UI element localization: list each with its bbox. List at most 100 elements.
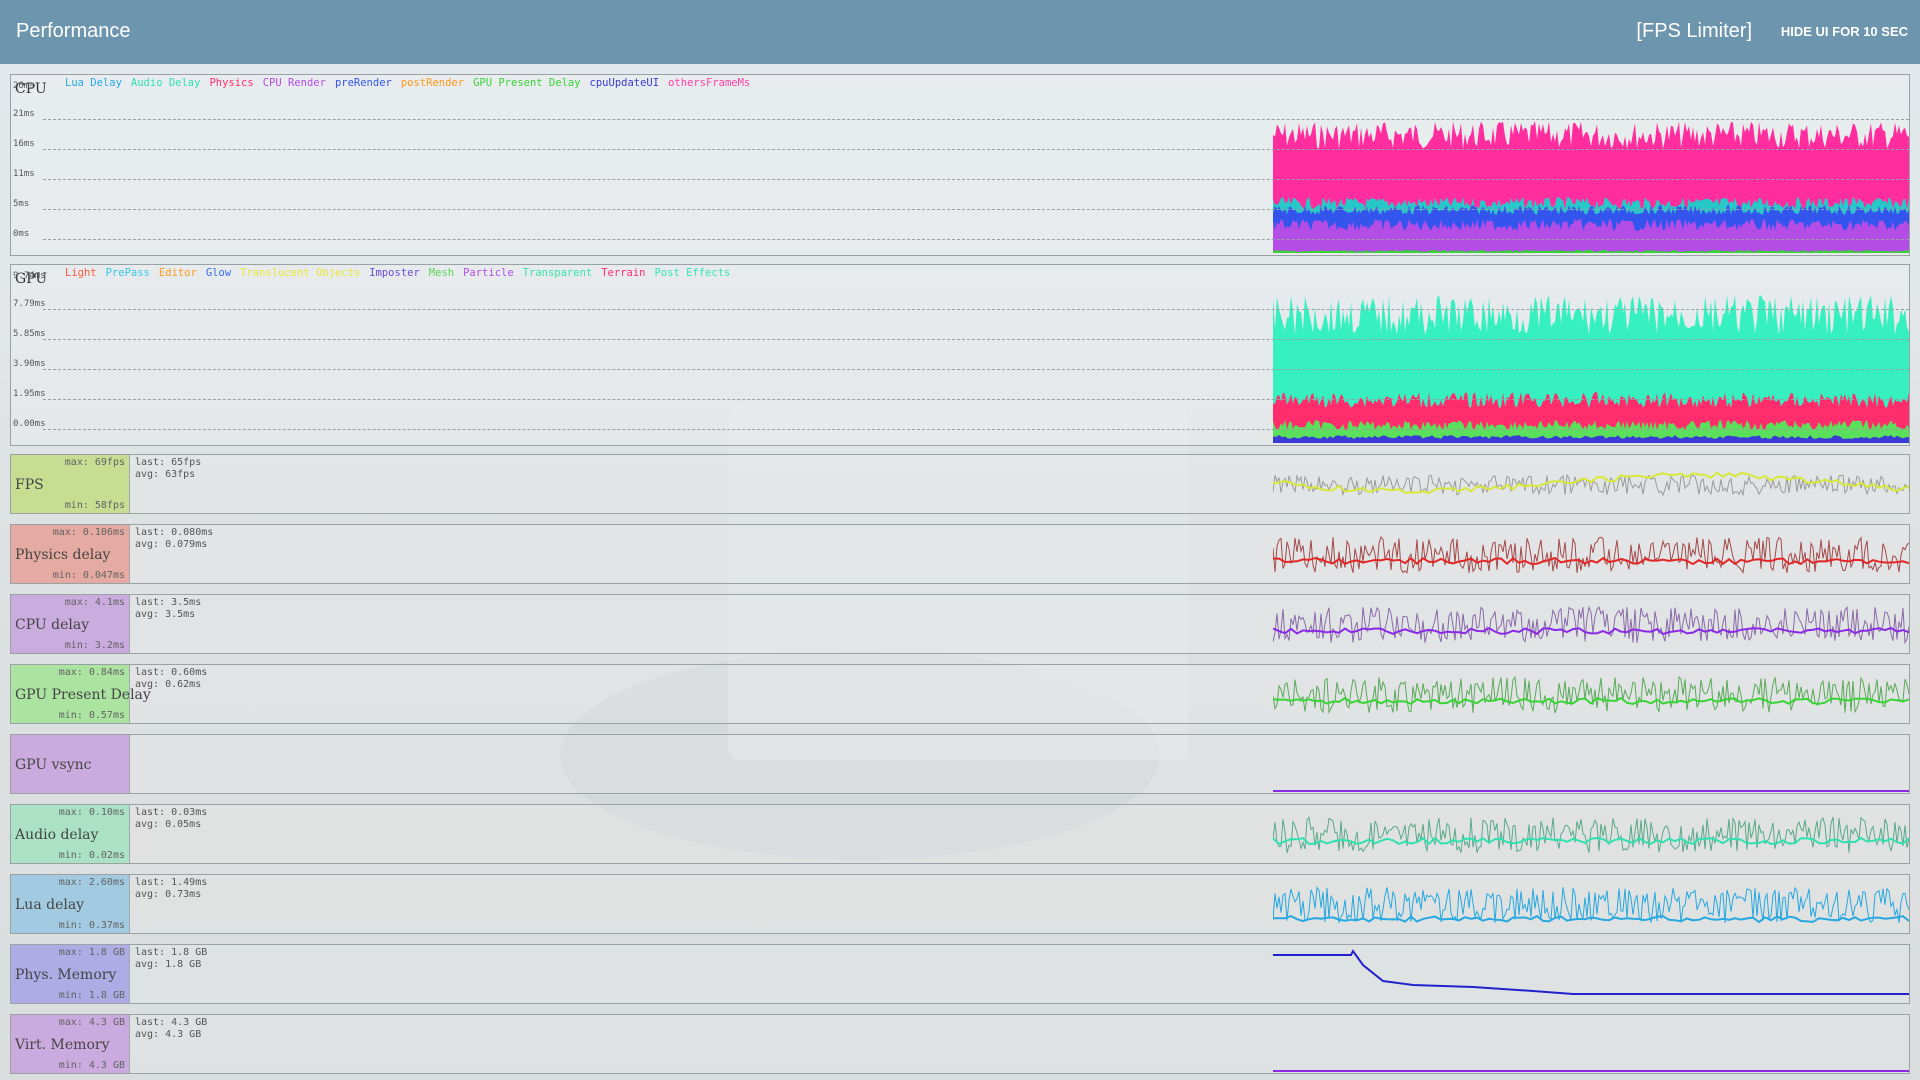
metric-min: min: 0.02ms [58, 850, 125, 861]
gridline [43, 429, 1909, 430]
metric-row: Audio delay max: 0.10ms min: 0.02ms last: 0… [10, 804, 1910, 864]
legend-item[interactable]: CPU Render [263, 77, 326, 89]
metric-sparkline [1273, 949, 1909, 995]
metric-label-box[interactable]: CPU delay max: 4.1ms min: 3.2ms [11, 595, 130, 653]
metric-name: Physics delay [15, 547, 111, 563]
legend-item[interactable]: Editor [159, 267, 197, 279]
metric-avg: avg: 0.05ms [135, 819, 202, 830]
metric-avg: avg: 63fps [135, 469, 196, 480]
metric-last: last: 1.8 GB [135, 947, 208, 958]
metric-label-box[interactable]: GPU Present Delay max: 0.84ms min: 0.57ms [11, 665, 151, 723]
metric-label-box[interactable]: Phys. Memory max: 1.8 GB min: 1.8 GB [11, 945, 130, 1003]
metric-last: last: 1.49ms [135, 877, 208, 888]
y-axis-tick: 5.85ms [13, 329, 46, 339]
metric-sparkline [1273, 535, 1909, 574]
legend-item[interactable]: PrePass [106, 267, 150, 279]
metric-stats: last: 0.60ms avg: 0.62ms [135, 667, 207, 691]
legend-item[interactable]: Mesh [429, 267, 454, 279]
gridline [43, 239, 1909, 240]
metric-avg: avg: 0.73ms [135, 889, 202, 900]
series-line [1273, 816, 1909, 854]
gridline [43, 369, 1909, 370]
y-axis-tick: 26ms [13, 81, 35, 91]
gpu-legend: Light PrePass Editor Glow Translucent Object… [65, 267, 739, 279]
legend-item[interactable]: Audio Delay [131, 77, 201, 89]
legend-item[interactable]: Physics [209, 77, 253, 89]
metric-label-box[interactable]: Physics delay max: 0.106ms min: 0.047ms [11, 525, 130, 583]
legend-item[interactable]: Terrain [601, 267, 645, 279]
metric-name: GPU Present Delay [15, 687, 151, 703]
metric-stats: last: 1.49ms avg: 0.73ms [135, 877, 207, 901]
legend-item[interactable]: postRender [401, 77, 464, 89]
gridline [43, 309, 1909, 310]
gridline [43, 179, 1909, 180]
series-line [1273, 605, 1909, 645]
gridline [43, 119, 1909, 120]
metric-name: Virt. Memory [15, 1037, 110, 1053]
legend-item[interactable]: Lua Delay [65, 77, 122, 89]
metric-stats: last: 1.8 GB avg: 1.8 GB [135, 947, 207, 971]
metric-max: max: 4.1ms [64, 597, 125, 608]
metric-label-box[interactable]: FPS max: 69fps min: 58fps [11, 455, 130, 513]
y-axis-tick: 21ms [13, 109, 35, 119]
metric-row: Phys. Memory max: 1.8 GB min: 1.8 GB last: … [10, 944, 1910, 1004]
legend-item[interactable]: othersFrameMs [668, 77, 750, 89]
metric-row: Physics delay max: 0.106ms min: 0.047ms las… [10, 524, 1910, 584]
metric-sparkline [1273, 790, 1909, 792]
metric-name: CPU delay [15, 617, 90, 633]
metric-label-box[interactable]: Audio delay max: 0.10ms min: 0.02ms [11, 805, 130, 863]
metric-max: max: 0.10ms [58, 807, 125, 818]
legend-item[interactable]: Imposter [369, 267, 420, 279]
series-line [1273, 626, 1909, 636]
metric-sparkline [1273, 675, 1909, 715]
metric-label-box[interactable]: GPU vsync [11, 735, 130, 793]
fps-limiter-button[interactable]: [FPS Limiter] [1636, 20, 1752, 43]
series-line [1273, 535, 1909, 574]
legend-item[interactable]: preRender [335, 77, 392, 89]
metric-min: min: 0.047ms [52, 570, 125, 581]
metric-stats: last: 4.3 GB avg: 4.3 GB [135, 1017, 207, 1041]
y-axis-tick: 3.90ms [13, 359, 46, 369]
performance-header: Performance [FPS Limiter] HIDE UI FOR 10… [0, 0, 1920, 64]
metric-row: GPU vsync [10, 734, 1910, 794]
metric-min: min: 1.8 GB [58, 990, 125, 1001]
series-line [1273, 696, 1909, 706]
metric-avg: avg: 3.5ms [135, 609, 196, 620]
metric-label-box[interactable]: Virt. Memory max: 4.3 GB min: 4.3 GB [11, 1015, 130, 1073]
gpu-stacked-graph: GPU Light PrePass Editor Glow Translucent Ob… [10, 264, 1910, 446]
metric-min: min: 4.3 GB [58, 1060, 125, 1071]
y-axis-tick: 5ms [13, 199, 30, 209]
gpu-plot [1273, 295, 1909, 443]
metric-last: last: 4.3 GB [135, 1017, 208, 1028]
y-axis-tick: 0.00ms [13, 419, 46, 429]
hide-ui-button[interactable]: HIDE UI FOR 10 SEC [1781, 24, 1908, 39]
legend-item[interactable]: cpuUpdateUI [590, 77, 660, 89]
metric-max: max: 0.84ms [58, 667, 125, 678]
metric-label-box[interactable]: Lua delay max: 2.60ms min: 0.37ms [11, 875, 130, 933]
legend-item[interactable]: Transparent [523, 267, 593, 279]
cpu-legend: Lua Delay Audio Delay Physics CPU Render pre… [65, 77, 759, 89]
metric-name: GPU vsync [15, 757, 92, 773]
metric-min: min: 0.37ms [58, 920, 125, 931]
gridline [43, 399, 1909, 400]
metric-min: min: 3.2ms [64, 640, 125, 651]
metric-row: Lua delay max: 2.60ms min: 0.37ms last: 1.4… [10, 874, 1910, 934]
gridline [43, 339, 1909, 340]
metric-last: last: 0.080ms [135, 527, 214, 538]
metric-max: max: 2.60ms [58, 877, 125, 888]
legend-item[interactable]: GPU Present Delay [473, 77, 580, 89]
metric-name: FPS [15, 477, 44, 493]
legend-item[interactable]: Particle [463, 267, 514, 279]
metric-max: max: 1.8 GB [58, 947, 125, 958]
legend-item[interactable]: Glow [206, 267, 231, 279]
legend-item[interactable]: Post Effects [654, 267, 730, 279]
cpu-plot [1273, 121, 1909, 253]
gridline [43, 149, 1909, 150]
legend-item[interactable]: Translucent Objects [240, 267, 360, 279]
metric-row: CPU delay max: 4.1ms min: 3.2ms last: 3.5ms… [10, 594, 1910, 654]
y-axis-tick: 16ms [13, 139, 35, 149]
metric-last: last: 0.03ms [135, 807, 208, 818]
metric-sparkline [1273, 816, 1909, 854]
metric-name: Audio delay [15, 827, 99, 843]
legend-item[interactable]: Light [65, 267, 97, 279]
